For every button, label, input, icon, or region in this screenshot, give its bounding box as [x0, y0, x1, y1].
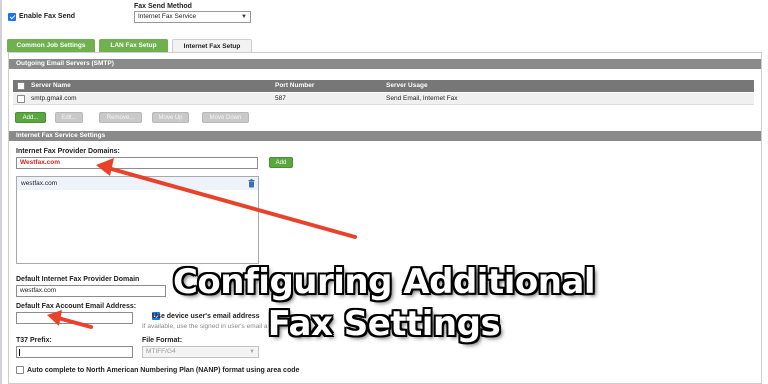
- overlay-title-line1: Configuring Additional: [172, 262, 596, 302]
- arrow-to-domain-input: [96, 158, 357, 239]
- overlay-title-line2: Fax Settings: [267, 304, 501, 344]
